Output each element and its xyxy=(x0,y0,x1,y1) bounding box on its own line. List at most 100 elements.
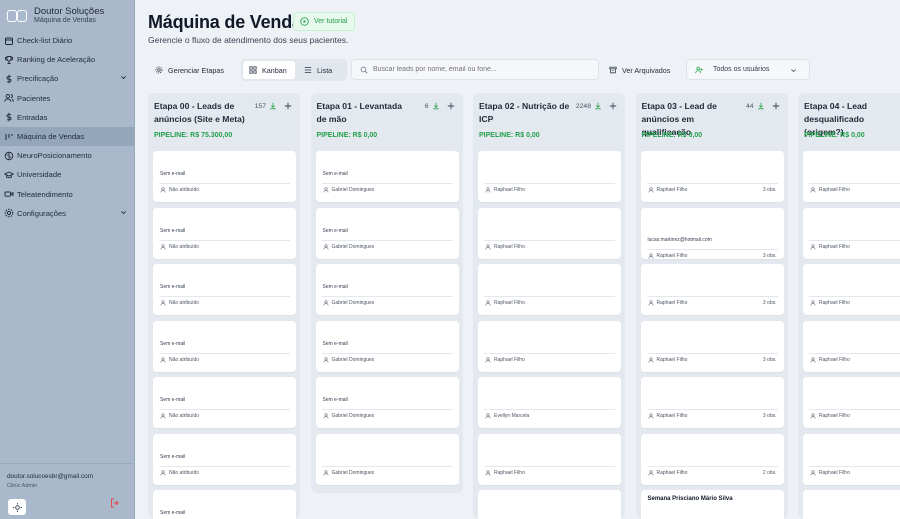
archived-button[interactable]: Ver Arquivados xyxy=(609,59,670,81)
sidebar-item-label: Configurações xyxy=(17,208,66,218)
search-input[interactable] xyxy=(373,66,593,73)
user-icon xyxy=(485,469,491,476)
observation-count: 3 obs. xyxy=(762,356,777,363)
lead-card[interactable]: Sem e-mail Não atribuído xyxy=(153,433,296,485)
lead-card[interactable]: Raphael Filho xyxy=(803,151,900,202)
sidebar-item-pacientes[interactable]: Pacientes xyxy=(0,89,134,108)
lead-card[interactable]: Sem e-mail Não atribuído xyxy=(153,207,296,259)
tab-kanban[interactable]: Kanban xyxy=(243,61,295,79)
download-icon[interactable] xyxy=(269,102,277,110)
lead-owner-name: Raphael Filho xyxy=(819,413,850,419)
lead-card[interactable]: Sem e-mail Gabriel Domingues xyxy=(315,377,459,428)
gear-icon xyxy=(155,66,163,74)
lead-card[interactable]: Evellyn Marcela xyxy=(478,377,621,428)
lead-owner: Gabriel Domingues xyxy=(323,244,374,250)
lead-card[interactable]: Raphael Filho xyxy=(803,264,900,315)
sidebar-item-ranking-de-aceleracao[interactable]: Ranking de Aceleração xyxy=(0,50,134,69)
lead-card[interactable]: Raphael Filho 3 obs. xyxy=(640,264,784,315)
lead-owner: Raphael Filho xyxy=(810,244,850,250)
sidebar-item-entradas[interactable]: Entradas xyxy=(0,108,134,127)
user-icon xyxy=(648,469,653,476)
sidebar-item-maquina-de-vendas[interactable]: Máquina de Vendas xyxy=(0,126,134,147)
graduation-cap-icon xyxy=(4,170,14,180)
lead-card[interactable]: Raphael Filho xyxy=(478,264,621,315)
lead-email: Sem e-mail xyxy=(322,284,348,290)
lead-owner: Raphael Filho xyxy=(810,187,850,193)
lead-owner: Não atribuído xyxy=(160,470,199,476)
add-lead-button[interactable] xyxy=(609,102,617,110)
download-icon[interactable] xyxy=(757,102,765,110)
lead-card[interactable]: Sem e-mail xyxy=(153,490,296,519)
lead-card[interactable]: Raphael Filho xyxy=(478,320,621,372)
lead-card[interactable]: Semana Prisciano Mário Silva xyxy=(640,490,784,519)
lead-owner-name: Raphael Filho xyxy=(819,469,850,476)
lead-card[interactable]: Raphael Filho xyxy=(803,320,900,372)
lead-email: Sem e-mail xyxy=(160,397,186,403)
page-title: Máquina de Vendas xyxy=(148,12,312,32)
lead-card[interactable]: Sem e-mail Gabriel Domingues xyxy=(315,151,459,202)
kanban-column: Etapa 04 - Lead desqualificado (origem?)… xyxy=(798,93,900,519)
lead-owner: Gabriel Domingues xyxy=(323,356,374,363)
lead-owner: Gabriel Domingues xyxy=(323,187,374,193)
sidebar-item-check-list-diario[interactable]: Check-list Diário xyxy=(0,31,134,50)
users-filter-select[interactable]: Todos os usuários xyxy=(686,59,810,80)
lead-owner: Gabriel Domingues xyxy=(323,413,374,419)
observation-count: 3 obs. xyxy=(762,413,777,419)
lead-owner: Raphael Filho xyxy=(485,187,525,193)
lead-card[interactable]: Raphael Filho 3 obs. xyxy=(640,320,784,372)
sidebar-item-teleatendimento[interactable]: Teleatendimento xyxy=(0,185,134,204)
observation-count: 3 obs. xyxy=(762,252,777,259)
logout-button[interactable] xyxy=(110,495,120,513)
lead-card[interactable]: Raphael Filho xyxy=(478,151,621,202)
lead-owner: Raphael Filho xyxy=(648,187,687,193)
lead-card[interactable]: Raphael Filho xyxy=(803,433,900,485)
tab-list[interactable]: Lista xyxy=(298,61,338,79)
tutorial-button[interactable]: Ver tutorial xyxy=(293,12,356,31)
brand[interactable]: Doutor Soluções Máquina de Vendas xyxy=(0,0,134,31)
add-lead-button[interactable] xyxy=(284,102,292,110)
add-lead-button[interactable] xyxy=(447,102,455,110)
sidebar-item-precificacao[interactable]: Precificação xyxy=(0,69,134,88)
lead-card[interactable] xyxy=(803,490,900,519)
lead-email: Sem e-mail xyxy=(160,171,186,177)
lead-card[interactable]: Raphael Filho xyxy=(478,207,621,259)
lead-card[interactable]: Sem e-mail Não atribuído xyxy=(153,151,296,202)
user-icon xyxy=(323,356,328,363)
sidebar-item-configuracoes[interactable]: Configurações xyxy=(0,204,134,223)
user-icon xyxy=(323,300,328,306)
lead-card[interactable]: lucas.martinez@hotmail.com Raphael Filho 3… xyxy=(640,207,784,259)
card-divider xyxy=(484,352,615,354)
user-email: doutor.solucoesbr@gmail.com xyxy=(7,473,94,480)
sidebar-item-neuroposicionamento[interactable]: NeuroPosicionamento xyxy=(0,146,134,165)
lead-email: Sem e-mail xyxy=(160,227,186,234)
lead-card[interactable]: Sem e-mail Gabriel Domingues xyxy=(315,207,459,259)
lead-card[interactable]: Raphael Filho xyxy=(803,377,900,428)
add-lead-button[interactable] xyxy=(772,102,780,110)
lead-card[interactable]: Raphael Filho xyxy=(803,207,900,259)
lead-count: 44 xyxy=(745,102,754,110)
user-icon xyxy=(485,300,491,306)
lead-card[interactable] xyxy=(478,490,621,519)
lead-card[interactable]: Raphael Filho 3 obs. xyxy=(640,377,784,428)
lead-card[interactable]: Gabriel Domingues xyxy=(315,433,459,485)
lead-card[interactable]: Sem e-mail Gabriel Domingues xyxy=(315,264,459,315)
lead-owner-name: Raphael Filho xyxy=(494,300,525,306)
lead-owner: Não atribuído xyxy=(160,244,199,250)
sidebar-item-universidade[interactable]: Universidade xyxy=(0,165,134,184)
lead-card[interactable]: Raphael Filho 3 obs. xyxy=(640,151,784,202)
lead-card[interactable]: Sem e-mail Não atribuído xyxy=(153,264,296,315)
lead-email: Sem e-mail xyxy=(160,284,186,290)
manage-stages-button[interactable]: Gerenciar Etapas xyxy=(155,59,224,81)
download-icon[interactable] xyxy=(432,102,440,110)
download-icon[interactable] xyxy=(594,102,602,110)
lead-card[interactable]: Raphael Filho xyxy=(478,433,621,485)
theme-toggle-button[interactable] xyxy=(8,499,26,515)
card-divider xyxy=(809,296,900,297)
toolbar: Gerenciar Etapas Kanban Lista Ver Arquiv… xyxy=(135,58,900,82)
lead-card[interactable]: Sem e-mail Não atribuído xyxy=(153,320,296,372)
lead-card[interactable]: Sem e-mail Gabriel Domingues xyxy=(315,320,459,372)
lead-owner-name: Raphael Filho xyxy=(819,300,850,306)
user-icon xyxy=(810,469,816,476)
lead-card[interactable]: Raphael Filho 2 obs. xyxy=(640,433,784,485)
lead-card[interactable]: Sem e-mail Não atribuído xyxy=(153,377,296,428)
